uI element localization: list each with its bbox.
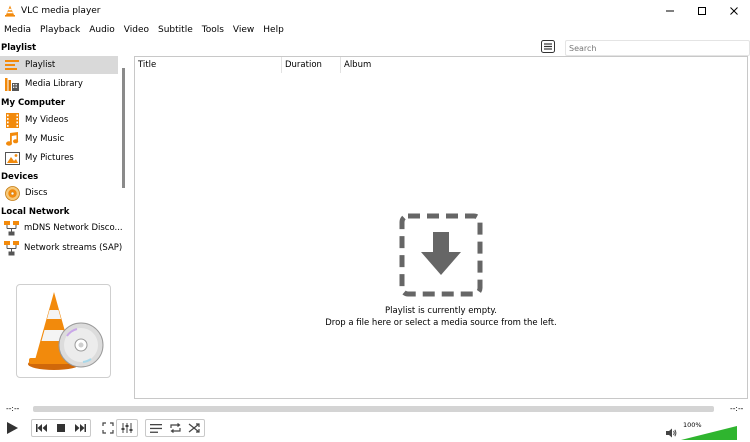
- search-input[interactable]: [565, 40, 750, 56]
- column-album[interactable]: Album: [344, 60, 371, 70]
- drop-file-icon: [399, 213, 483, 297]
- column-duration[interactable]: Duration: [285, 60, 322, 70]
- playlist-toggle-icon: [150, 423, 162, 433]
- music-note-icon: [4, 131, 20, 147]
- film-icon: [4, 112, 20, 128]
- section-header-my-computer: My Computer: [1, 98, 66, 108]
- playlist-view-toggle-button[interactable]: [541, 40, 557, 54]
- close-icon: [730, 7, 738, 15]
- remaining-time[interactable]: --:--: [730, 404, 743, 413]
- sidebar-item-label: My Music: [25, 134, 65, 144]
- menu-subtitle[interactable]: Subtitle: [154, 25, 198, 35]
- list-view-icon: [541, 40, 555, 53]
- minimize-button[interactable]: [654, 0, 686, 22]
- stop-button[interactable]: [52, 419, 70, 437]
- previous-button[interactable]: [33, 419, 51, 437]
- network-icon: [4, 220, 19, 236]
- sidebar-item-label: Discs: [25, 188, 48, 198]
- sidebar-item-playlist[interactable]: Playlist: [0, 56, 118, 74]
- sidebar-item-label: Playlist: [25, 60, 56, 70]
- maximize-icon: [698, 7, 706, 15]
- sidebar-item-my-music[interactable]: My Music: [0, 130, 118, 148]
- title-bar: VLC media player: [0, 0, 750, 22]
- speaker-icon[interactable]: [665, 427, 677, 439]
- column-title[interactable]: Title: [138, 60, 156, 70]
- toggle-playlist-button[interactable]: [147, 419, 165, 437]
- sidebar-item-label: My Videos: [25, 115, 69, 125]
- menu-bar: Media Playback Audio Video Subtitle Tool…: [0, 22, 750, 38]
- column-header-row: Title Duration Album: [135, 57, 747, 73]
- playlist-view[interactable]: Title Duration Album Playlist is current…: [134, 56, 748, 399]
- album-art: [16, 284, 111, 378]
- menu-media[interactable]: Media: [0, 25, 36, 35]
- empty-playlist-hint: Drop a file here or select a media sourc…: [325, 318, 557, 328]
- seek-slider[interactable]: [33, 406, 714, 412]
- menu-playback[interactable]: Playback: [36, 25, 85, 35]
- minimize-icon: [666, 10, 674, 12]
- shuffle-button[interactable]: [185, 419, 203, 437]
- close-button[interactable]: [718, 0, 750, 22]
- section-header-playlist: Playlist: [1, 43, 37, 53]
- empty-playlist-message: Playlist is currently empty. Drop a file…: [135, 213, 747, 328]
- picture-icon: [4, 150, 20, 166]
- menu-audio[interactable]: Audio: [85, 25, 120, 35]
- network-icon: [4, 240, 19, 256]
- maximize-button[interactable]: [686, 0, 718, 22]
- loop-button[interactable]: [166, 419, 184, 437]
- sidebar-item-mdns[interactable]: mDNS Network Disco...: [0, 219, 123, 237]
- sidebar-item-network-streams[interactable]: Network streams (SAP): [0, 239, 122, 257]
- menu-help[interactable]: Help: [259, 25, 289, 35]
- next-button[interactable]: [71, 419, 89, 437]
- menu-view[interactable]: View: [229, 25, 259, 35]
- stop-icon: [57, 424, 65, 432]
- elapsed-time: --:--: [6, 404, 20, 413]
- sidebar-item-my-videos[interactable]: My Videos: [0, 111, 118, 129]
- sidebar-item-discs[interactable]: Discs: [0, 184, 118, 202]
- playback-controls: [0, 417, 750, 442]
- media-library-icon: [4, 76, 20, 92]
- fullscreen-button[interactable]: [99, 419, 117, 437]
- section-header-local-network: Local Network: [1, 207, 70, 217]
- sidebar-item-label: Network streams (SAP): [24, 243, 123, 253]
- vlc-cone-icon: [5, 5, 15, 17]
- sidebar-item-my-pictures[interactable]: My Pictures: [0, 149, 118, 167]
- column-divider[interactable]: [340, 57, 341, 73]
- playlist-icon: [4, 57, 20, 73]
- extended-settings-button[interactable]: [118, 419, 136, 437]
- sidebar-item-label: Media Library: [25, 79, 83, 89]
- previous-icon: [36, 424, 47, 432]
- loop-icon: [169, 423, 181, 433]
- vlc-cone-disc-icon: [27, 292, 103, 370]
- disc-icon: [4, 185, 20, 201]
- menu-video[interactable]: Video: [120, 25, 154, 35]
- section-header-devices: Devices: [1, 172, 39, 182]
- fullscreen-icon: [102, 422, 114, 434]
- next-icon: [75, 424, 86, 432]
- sidebar-scrollbar[interactable]: [122, 68, 125, 188]
- sidebar-item-media-library[interactable]: Media Library: [0, 75, 118, 93]
- play-icon: [7, 422, 18, 434]
- volume-slider[interactable]: [681, 426, 737, 440]
- shuffle-icon: [188, 423, 200, 433]
- sidebar-item-label: mDNS Network Disco...: [24, 223, 123, 233]
- menu-tools[interactable]: Tools: [198, 25, 229, 35]
- equalizer-icon: [121, 423, 133, 433]
- play-button[interactable]: [2, 418, 22, 438]
- window-controls: [654, 0, 750, 22]
- window-title: VLC media player: [21, 6, 101, 16]
- empty-playlist-text: Playlist is currently empty.: [385, 306, 497, 316]
- sidebar-item-label: My Pictures: [25, 153, 74, 163]
- column-divider[interactable]: [281, 57, 282, 73]
